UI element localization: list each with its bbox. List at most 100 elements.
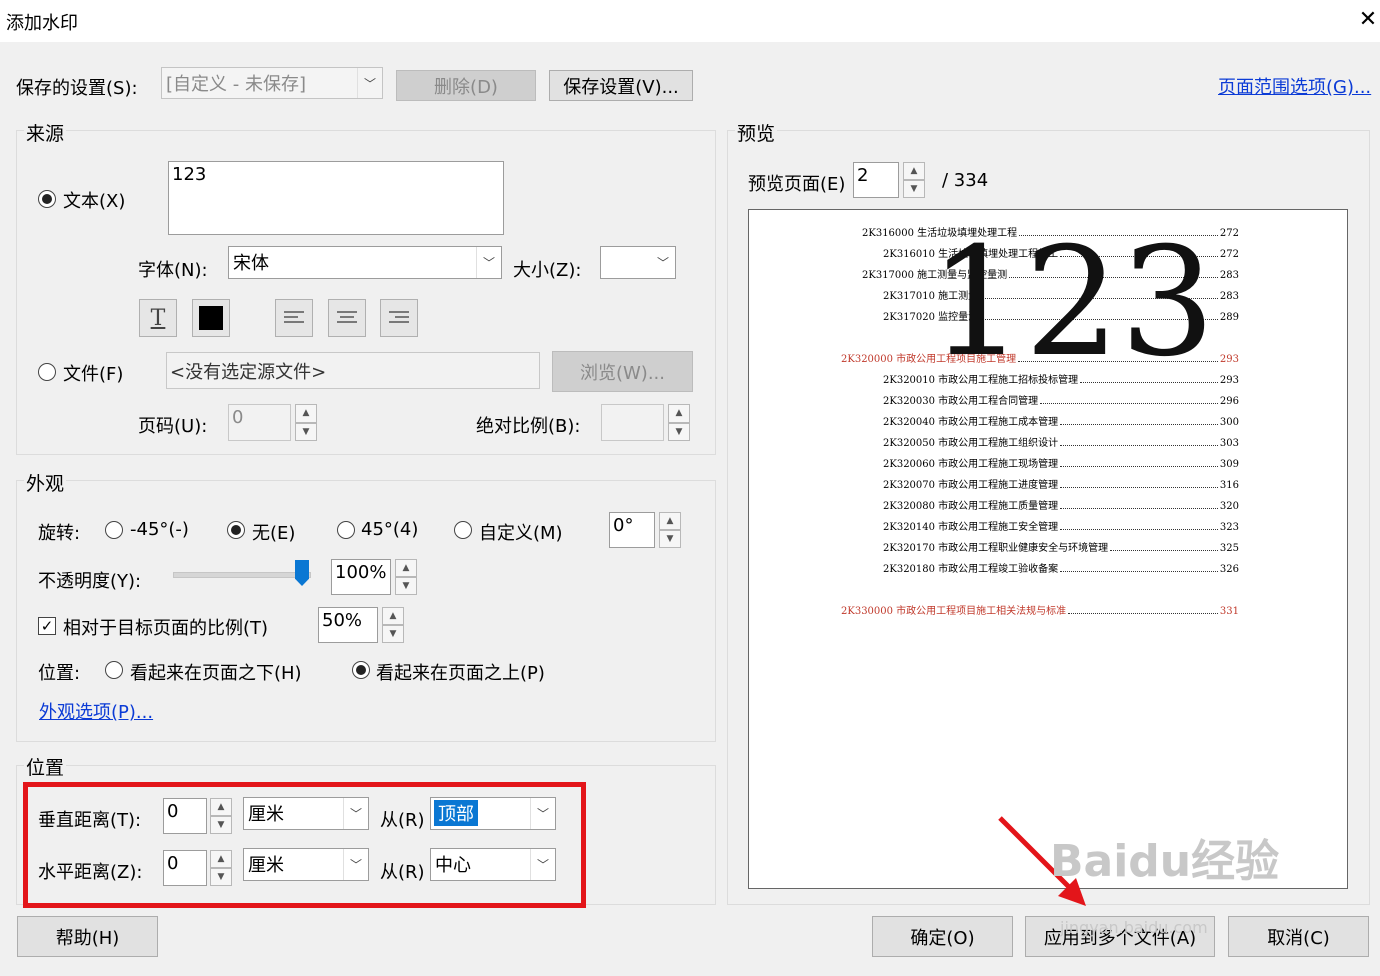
preview-page-total: / 334 bbox=[942, 170, 989, 191]
opacity-label: 不透明度(Y): bbox=[38, 571, 142, 592]
text-color-button[interactable] bbox=[192, 299, 230, 337]
cancel-button[interactable]: 取消(C) bbox=[1228, 916, 1369, 957]
opacity-stepper[interactable]: ▲ ▼ bbox=[395, 559, 417, 595]
source-file-field[interactable]: <没有选定源文件> bbox=[166, 352, 540, 389]
text-radio[interactable] bbox=[38, 190, 56, 208]
toc-entry-page: 320 bbox=[1219, 501, 1239, 512]
layer-position-label: 位置: bbox=[38, 663, 81, 684]
align-right-icon bbox=[389, 311, 409, 323]
toc-leader-dots bbox=[1068, 612, 1218, 614]
down-arrow-icon[interactable]: ▼ bbox=[382, 625, 404, 643]
toc-entry-page: 323 bbox=[1219, 522, 1239, 533]
toc-leader-dots bbox=[1060, 465, 1218, 467]
toc-entry-title: 2K320060 市政公用工程施工现场管理 bbox=[883, 459, 1059, 470]
relative-scale-input[interactable]: 50% bbox=[318, 607, 378, 643]
relative-scale-checkbox[interactable]: ✓ bbox=[38, 617, 56, 635]
font-select[interactable]: 宋体 ﹀ bbox=[228, 246, 502, 279]
front-page-radio[interactable] bbox=[352, 661, 370, 679]
close-icon[interactable]: ✕ bbox=[1354, 6, 1380, 34]
saved-settings-select[interactable]: [自定义 - 未保存] ﹀ bbox=[161, 67, 383, 99]
toc-entry-title: 2K320050 市政公用工程施工组织设计 bbox=[883, 438, 1059, 449]
page-number-stepper[interactable]: ▲ ▼ bbox=[295, 404, 317, 441]
toc-entry: 2K330000 市政公用工程项目施工相关法规与标准 331 bbox=[841, 602, 1239, 617]
align-left-icon bbox=[284, 311, 304, 323]
absolute-scale-stepper[interactable]: ▲ ▼ bbox=[668, 404, 690, 441]
toc-leader-dots bbox=[1040, 402, 1218, 404]
down-arrow-icon[interactable]: ▼ bbox=[903, 180, 925, 198]
toc-entry-page: 283 bbox=[1219, 291, 1239, 302]
rotation-label: 旋转: bbox=[38, 523, 81, 544]
toc-entry-page: 326 bbox=[1219, 564, 1239, 575]
rotation-neg45-label: -45°(-) bbox=[130, 519, 189, 540]
toc-entry-title: 2K320040 市政公用工程施工成本管理 bbox=[883, 417, 1059, 428]
chevron-down-icon: ﹀ bbox=[656, 256, 669, 270]
opacity-slider-track[interactable] bbox=[173, 572, 311, 578]
rotation-custom-label: 自定义(M) bbox=[479, 523, 563, 544]
down-arrow-icon[interactable]: ▼ bbox=[295, 422, 317, 441]
underline-text-button[interactable]: T bbox=[139, 299, 177, 337]
size-select[interactable]: ﹀ bbox=[600, 246, 676, 279]
rotation-none-radio[interactable] bbox=[227, 521, 245, 539]
delete-button[interactable]: 删除(D) bbox=[396, 70, 536, 101]
window-title: 添加水印 bbox=[6, 13, 78, 34]
preview-page-label: 预览页面(E) bbox=[748, 174, 846, 195]
toc-entry: 2K320140 市政公用工程施工安全管理 323 bbox=[883, 518, 1239, 533]
toc-entry-title: 2K320080 市政公用工程施工质量管理 bbox=[883, 501, 1059, 512]
up-arrow-icon[interactable]: ▲ bbox=[668, 404, 690, 423]
rotation-stepper[interactable]: ▲ ▼ bbox=[659, 512, 681, 548]
file-radio-label: 文件(F) bbox=[63, 364, 124, 385]
toc-leader-dots bbox=[1060, 444, 1218, 446]
file-radio[interactable] bbox=[38, 363, 56, 381]
browse-button[interactable]: 浏览(W)... bbox=[552, 351, 693, 392]
toc-entry-page: 293 bbox=[1219, 375, 1239, 386]
toc-entry-page: 325 bbox=[1219, 543, 1239, 554]
align-center-button[interactable] bbox=[328, 299, 366, 337]
up-arrow-icon[interactable]: ▲ bbox=[903, 162, 925, 180]
down-arrow-icon[interactable]: ▼ bbox=[395, 577, 417, 595]
save-settings-button[interactable]: 保存设置(V)... bbox=[549, 70, 693, 101]
relative-scale-stepper[interactable]: ▲ ▼ bbox=[382, 607, 404, 643]
up-arrow-icon[interactable]: ▲ bbox=[382, 607, 404, 625]
page-range-options-link[interactable]: 页面范围选项(G)... bbox=[1218, 73, 1371, 99]
down-arrow-icon[interactable]: ▼ bbox=[668, 422, 690, 441]
behind-page-radio[interactable] bbox=[105, 661, 123, 679]
opacity-input[interactable]: 100% bbox=[331, 559, 391, 595]
preview-page-stepper[interactable]: ▲ ▼ bbox=[903, 162, 925, 198]
position-group-title: 位置 bbox=[24, 753, 67, 780]
preview-page-input[interactable]: 2 bbox=[853, 162, 899, 198]
align-right-button[interactable] bbox=[380, 299, 418, 337]
chevron-down-icon: ﹀ bbox=[476, 247, 501, 278]
toc-entry-page: 293 bbox=[1219, 354, 1239, 365]
up-arrow-icon[interactable]: ▲ bbox=[395, 559, 417, 577]
toc-entry: 2K320050 市政公用工程施工组织设计 303 bbox=[883, 434, 1239, 449]
up-arrow-icon[interactable]: ▲ bbox=[295, 404, 317, 423]
toc-entry: 2K320180 市政公用工程竣工验收备案 326 bbox=[883, 560, 1239, 575]
underline-t-icon: T bbox=[150, 305, 166, 331]
toc-leader-dots bbox=[1060, 486, 1218, 488]
toc-entry-page: 309 bbox=[1219, 459, 1239, 470]
help-button[interactable]: 帮助(H) bbox=[17, 916, 158, 957]
preview-group-title: 预览 bbox=[735, 119, 778, 146]
appearance-options-link[interactable]: 外观选项(P)... bbox=[39, 698, 153, 724]
up-arrow-icon[interactable]: ▲ bbox=[659, 512, 681, 530]
baidu-jingyan-logo: Baidu经验 bbox=[1050, 836, 1280, 887]
align-left-button[interactable] bbox=[275, 299, 313, 337]
baidu-jingyan-url: jingyan.baidu.com bbox=[1060, 918, 1208, 937]
watermark-text-input[interactable]: 123 bbox=[168, 161, 504, 235]
rotation-custom-input[interactable]: 0° bbox=[609, 512, 655, 548]
rotation-45-radio[interactable] bbox=[337, 521, 355, 539]
toc-entry-title: 2K320070 市政公用工程施工进度管理 bbox=[883, 480, 1059, 491]
toc-entry-title: 2K320170 市政公用工程职业健康安全与环境管理 bbox=[883, 543, 1109, 554]
rotation-neg45-radio[interactable] bbox=[105, 521, 123, 539]
preview-page: 2K316000 生活垃圾填埋处理工程 272 2K316010 生活垃圾填埋处理工… bbox=[748, 209, 1348, 889]
toc-entry-page: 272 bbox=[1219, 228, 1239, 239]
ok-button[interactable]: 确定(O) bbox=[872, 916, 1013, 957]
absolute-scale-label: 绝对比例(B): bbox=[476, 416, 581, 437]
rotation-custom-radio[interactable] bbox=[454, 521, 472, 539]
toc-entry-page: 316 bbox=[1219, 480, 1239, 491]
page-number-input[interactable]: 0 bbox=[228, 404, 291, 441]
toc-leader-dots bbox=[1060, 528, 1218, 530]
down-arrow-icon[interactable]: ▼ bbox=[659, 530, 681, 548]
absolute-scale-input[interactable] bbox=[601, 404, 664, 441]
title-bar bbox=[0, 0, 1380, 42]
